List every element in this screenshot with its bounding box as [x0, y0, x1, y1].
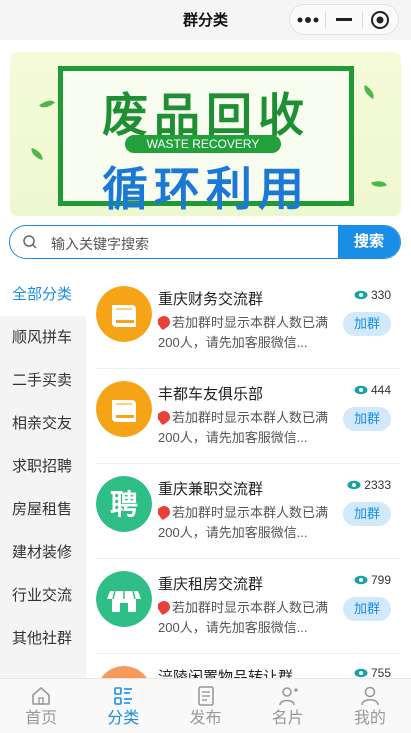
group-name: 丰都车友俱乐部 [158, 386, 264, 403]
minimize-icon [335, 17, 352, 21]
tag-icon [158, 598, 173, 616]
view-count-value: 2333 [364, 478, 391, 492]
tag-icon [158, 408, 173, 426]
tag-icon [158, 503, 173, 521]
tab-label: 名片 [271, 710, 304, 727]
join-group-button[interactable]: 加群 [343, 407, 391, 431]
sidebar-item-housing[interactable]: 房屋租售 [0, 489, 86, 531]
banner-subheadline: 循环利用 [102, 162, 310, 216]
view-count: 755 [354, 666, 391, 678]
group-name: 重庆租房交流群 [158, 576, 264, 593]
leaf-decoration [39, 96, 55, 112]
shop-icon [96, 571, 152, 627]
tag-icon [158, 313, 173, 331]
category-icon [114, 687, 133, 705]
search-button[interactable]: 搜索 [338, 226, 400, 258]
view-count-value: 755 [370, 666, 391, 678]
banner-pill: WASTE RECOVERY [125, 135, 281, 153]
tab-category[interactable]: 分类 [82, 679, 164, 733]
search-input[interactable]: 输入关键字搜索 [51, 234, 149, 254]
group-row[interactable]: 丰都车友俱乐部 444 若加群时显示本群人数已满200人，请先加客服微信... … [96, 369, 401, 464]
join-group-button[interactable]: 加群 [343, 597, 391, 621]
mini-program-capsule [289, 4, 399, 35]
book-icon [96, 381, 152, 437]
sidebar-item-jobs[interactable]: 求职招聘 [0, 446, 86, 488]
banner[interactable]: 废品回收 WASTE RECOVERY 循环利用 [10, 52, 401, 216]
eye-icon [354, 668, 368, 678]
group-row[interactable]: 涪陵闲置物品转让群 755 [96, 654, 401, 678]
search-bar: 输入关键字搜索 搜索 [9, 225, 401, 259]
group-description: 若加群时显示本群人数已满200人，请先加客服微信... [158, 598, 336, 638]
hire-icon-glyph: 聘 [110, 488, 138, 521]
join-group-button[interactable]: 加群 [343, 312, 391, 336]
tab-label: 发布 [189, 710, 222, 727]
sidebar-item-renovation[interactable]: 建材装修 [0, 532, 86, 574]
book-icon [96, 286, 152, 342]
leaf-decoration [29, 147, 45, 161]
more-button[interactable] [290, 5, 325, 34]
tab-home[interactable]: 首页 [0, 679, 82, 733]
group-description: 若加群时显示本群人数已满200人，请先加客服微信... [158, 313, 336, 353]
view-count-value: 799 [370, 573, 391, 587]
view-count: 799 [354, 573, 391, 587]
group-description-text: 若加群时显示本群人数已满200人，请先加客服微信... [158, 505, 329, 540]
card-icon [278, 687, 298, 706]
profile-icon [361, 686, 379, 706]
tab-label: 分类 [107, 710, 140, 727]
view-count: 2333 [347, 478, 391, 492]
group-row[interactable]: 重庆财务交流群 330 若加群时显示本群人数已满200人，请先加客服微信... … [96, 274, 401, 369]
sidebar-item-dating[interactable]: 相亲交友 [0, 403, 86, 445]
group-description-text: 若加群时显示本群人数已满200人，请先加客服微信... [158, 600, 329, 635]
more-dots-icon [297, 16, 319, 23]
group-description-text: 若加群时显示本群人数已满200人，请先加客服微信... [158, 315, 329, 350]
hire-icon: 聘 [96, 476, 152, 532]
search-icon [23, 235, 37, 249]
join-group-button[interactable]: 加群 [343, 502, 391, 526]
group-description: 若加群时显示本群人数已满200人，请先加客服微信... [158, 503, 336, 543]
group-row[interactable]: 聘 重庆兼职交流群 2333 若加群时显示本群人数已满200人，请先加客服微信.… [96, 464, 401, 559]
view-count: 330 [354, 288, 391, 302]
group-list: 重庆财务交流群 330 若加群时显示本群人数已满200人，请先加客服微信... … [96, 274, 401, 678]
eye-icon [354, 385, 368, 395]
sidebar-item-carpool[interactable]: 顺风拼车 [0, 317, 86, 359]
eye-icon [347, 480, 361, 490]
view-count: 444 [354, 383, 391, 397]
group-description-text: 若加群时显示本群人数已满200人，请先加客服微信... [158, 410, 329, 445]
home-icon [32, 687, 50, 705]
tab-profile[interactable]: 我的 [329, 679, 411, 733]
bottom-tab-bar: 首页 分类 发布 名片 我的 [0, 678, 411, 733]
orange-icon [96, 666, 152, 678]
close-target-icon [371, 10, 390, 29]
tab-publish[interactable]: 发布 [164, 679, 246, 733]
category-sidebar: 全部分类 顺风拼车 二手买卖 相亲交友 求职招聘 房屋租售 建材装修 行业交流 … [0, 274, 86, 678]
group-description: 若加群时显示本群人数已满200人，请先加客服微信... [158, 408, 336, 448]
leaf-decoration [371, 177, 387, 191]
group-name: 重庆兼职交流群 [158, 481, 264, 498]
view-count-value: 330 [370, 288, 391, 302]
minimize-button[interactable] [326, 5, 361, 34]
sidebar-item-all[interactable]: 全部分类 [0, 274, 86, 316]
banner-frame: 废品回收 WASTE RECOVERY 循环利用 [58, 66, 354, 216]
title-bar: 群分类 [0, 0, 411, 40]
eye-icon [354, 290, 368, 300]
publish-icon [197, 686, 214, 706]
view-count-value: 444 [370, 383, 391, 397]
group-name: 涪陵闲置物品转让群 [158, 669, 294, 678]
close-button[interactable] [363, 5, 398, 34]
eye-icon [354, 575, 368, 585]
group-row[interactable]: 重庆租房交流群 799 若加群时显示本群人数已满200人，请先加客服微信... … [96, 559, 401, 654]
page: 群分类 废品回收 WASTE RECOVERY 循环利用 输入关键字搜索 搜索 … [0, 0, 411, 733]
leaf-decoration [360, 85, 378, 99]
tab-label: 我的 [353, 710, 386, 727]
tab-label: 首页 [25, 710, 58, 727]
group-name: 重庆财务交流群 [158, 291, 264, 308]
sidebar-item-industry[interactable]: 行业交流 [0, 575, 86, 617]
tab-card[interactable]: 名片 [247, 679, 329, 733]
sidebar-item-secondhand[interactable]: 二手买卖 [0, 360, 86, 402]
sidebar-item-other[interactable]: 其他社群 [0, 618, 86, 660]
